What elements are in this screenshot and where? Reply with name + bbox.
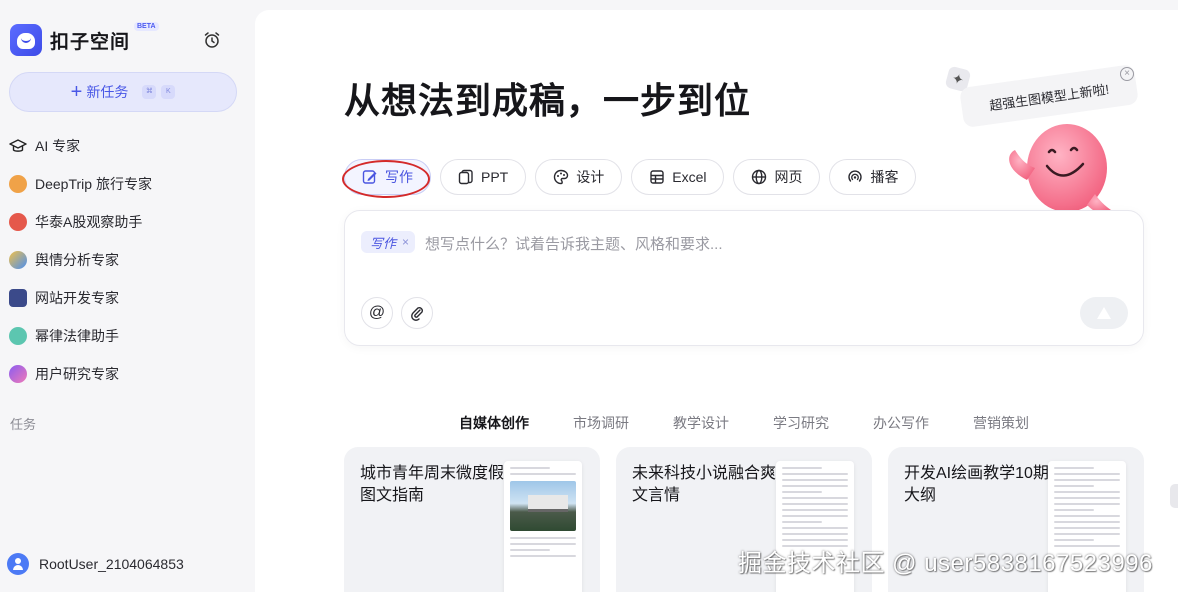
sidebar-item-sentiment[interactable]: 舆情分析专家 — [0, 241, 254, 279]
new-task-button[interactable]: + 新任务 ⌘ K — [9, 72, 237, 112]
sidebar-item-label: 华泰A股观察助手 — [35, 214, 143, 230]
sidebar-item-label: 用户研究专家 — [35, 366, 119, 382]
brand[interactable]: 扣子空间 BETA — [10, 22, 159, 56]
mention-button[interactable]: @ — [361, 297, 393, 329]
card-title: 开发AI绘画教学10期大纲 — [904, 465, 1049, 504]
sidebar-item-deeptrip[interactable]: DeepTrip 旅行专家 — [0, 165, 254, 203]
sidebar-item-label: 幂律法律助手 — [35, 328, 119, 344]
tab-label: 播客 — [870, 169, 899, 185]
tab-market-research[interactable]: 市场调研 — [573, 413, 629, 433]
table-icon — [650, 170, 664, 184]
watermark: 掘金技术社区 @ user5838167523996 — [738, 550, 1153, 577]
tab-office-writing[interactable]: 办公写作 — [873, 413, 929, 433]
mascot-illustration — [1009, 124, 1111, 215]
tab-marketing[interactable]: 营销策划 — [973, 413, 1029, 433]
tab-ppt[interactable]: PPT — [440, 159, 527, 195]
shortcut-key-cmd: ⌘ — [142, 85, 157, 99]
paperclip-icon — [411, 307, 423, 321]
building-photo — [510, 481, 576, 531]
sidebar-item-legal[interactable]: 幂律法律助手 — [0, 317, 254, 355]
globe-icon — [752, 169, 767, 185]
sidebar-item-user-research[interactable]: 用户研究专家 — [0, 355, 254, 393]
tab-webpage[interactable]: 网页 — [733, 159, 821, 195]
tab-label: PPT — [481, 169, 509, 185]
tab-self-media[interactable]: 自媒体创作 — [459, 413, 529, 433]
sidebar-item-label: 舆情分析专家 — [35, 252, 119, 268]
app-logo-icon — [10, 24, 42, 56]
chip-close-icon[interactable]: × — [402, 235, 409, 249]
mode-chip-label: 写作 — [370, 235, 397, 251]
sidebar-item-huatai[interactable]: 华泰A股观察助手 — [0, 203, 254, 241]
attach-button[interactable] — [401, 297, 433, 329]
avatar — [7, 553, 29, 575]
monitor-icon — [9, 289, 27, 307]
user-name: RootUser_2104064853 — [39, 556, 184, 572]
shortcut-key-k: K — [161, 85, 176, 99]
category-tabs: 自媒体创作 市场调研 教学设计 学习研究 办公写作 营销策划 — [459, 413, 1073, 433]
at-icon: @ — [368, 304, 386, 321]
palette-icon — [554, 169, 569, 185]
alarm-clock-icon[interactable] — [203, 31, 221, 49]
podcast-icon — [848, 170, 863, 182]
new-task-label: 新任务 — [86, 84, 129, 100]
sidebar-item-label: AI 专家 — [35, 138, 81, 154]
prompt-placeholder[interactable]: 想写点什么？试着告诉我主题、风格和要求... — [425, 233, 723, 254]
app-name: 扣子空间 — [50, 31, 131, 53]
research-icon — [9, 365, 27, 383]
arrow-up-icon — [1097, 307, 1111, 319]
plus-icon: + — [70, 81, 83, 103]
sidebar: 扣子空间 BETA + 新任务 ⌘ K AI 专家 DeepTrip 旅行专家 … — [0, 0, 254, 592]
book-icon — [9, 327, 27, 345]
card-title: 未来科技小说融合爽文言情 — [632, 465, 777, 504]
tab-writing[interactable]: 写作 — [342, 159, 431, 198]
tab-label: 网页 — [774, 169, 803, 185]
sidebar-item-ai-expert[interactable]: AI 专家 — [0, 127, 254, 165]
ppt-icon — [458, 169, 473, 185]
send-button[interactable] — [1080, 297, 1128, 329]
sidebar-item-label: 网站开发专家 — [35, 290, 119, 306]
flower-icon — [9, 213, 27, 231]
page-title: 从想法到成稿，一步到位 — [344, 80, 752, 121]
sidebar-item-label: DeepTrip 旅行专家 — [35, 176, 152, 192]
analysis-icon — [9, 251, 27, 269]
document-preview — [504, 461, 582, 592]
main-panel: 从想法到成稿，一步到位 ✦ 超强生图模型上新啦! × 写作 PPT 设计 Exc… — [255, 10, 1178, 592]
tiger-icon — [9, 175, 27, 193]
tab-label: 写作 — [385, 169, 413, 185]
tab-design[interactable]: 设计 — [535, 159, 623, 195]
tab-label: 设计 — [576, 169, 605, 185]
close-icon[interactable]: × — [1120, 67, 1134, 81]
mode-chip[interactable]: 写作 × — [361, 231, 416, 253]
tasks-section-label: 任务 — [10, 417, 37, 432]
graduation-cap-icon — [9, 139, 27, 152]
user-profile[interactable]: RootUser_2104064853 — [7, 553, 184, 575]
card-title: 城市青年周末微度假图文指南 — [360, 465, 505, 504]
scroll-handle[interactable] — [1170, 484, 1178, 508]
tab-label: Excel — [672, 169, 707, 185]
sidebar-item-webdev[interactable]: 网站开发专家 — [0, 279, 254, 317]
pen-icon — [362, 170, 377, 184]
prompt-input-box[interactable]: 写作 × 想写点什么？试着告诉我主题、风格和要求... @ — [344, 210, 1144, 346]
tab-podcast[interactable]: 播客 — [829, 159, 917, 195]
expert-list: AI 专家 DeepTrip 旅行专家 华泰A股观察助手 舆情分析专家 网站开发… — [0, 127, 254, 393]
tool-selector: 写作 PPT 设计 Excel 网页 播客 — [342, 159, 925, 198]
tab-study-research[interactable]: 学习研究 — [773, 413, 829, 433]
example-card[interactable]: 城市青年周末微度假图文指南 — [344, 447, 600, 592]
tab-excel[interactable]: Excel — [631, 159, 725, 195]
beta-badge: BETA — [134, 22, 159, 31]
tab-teaching-design[interactable]: 教学设计 — [673, 413, 729, 433]
